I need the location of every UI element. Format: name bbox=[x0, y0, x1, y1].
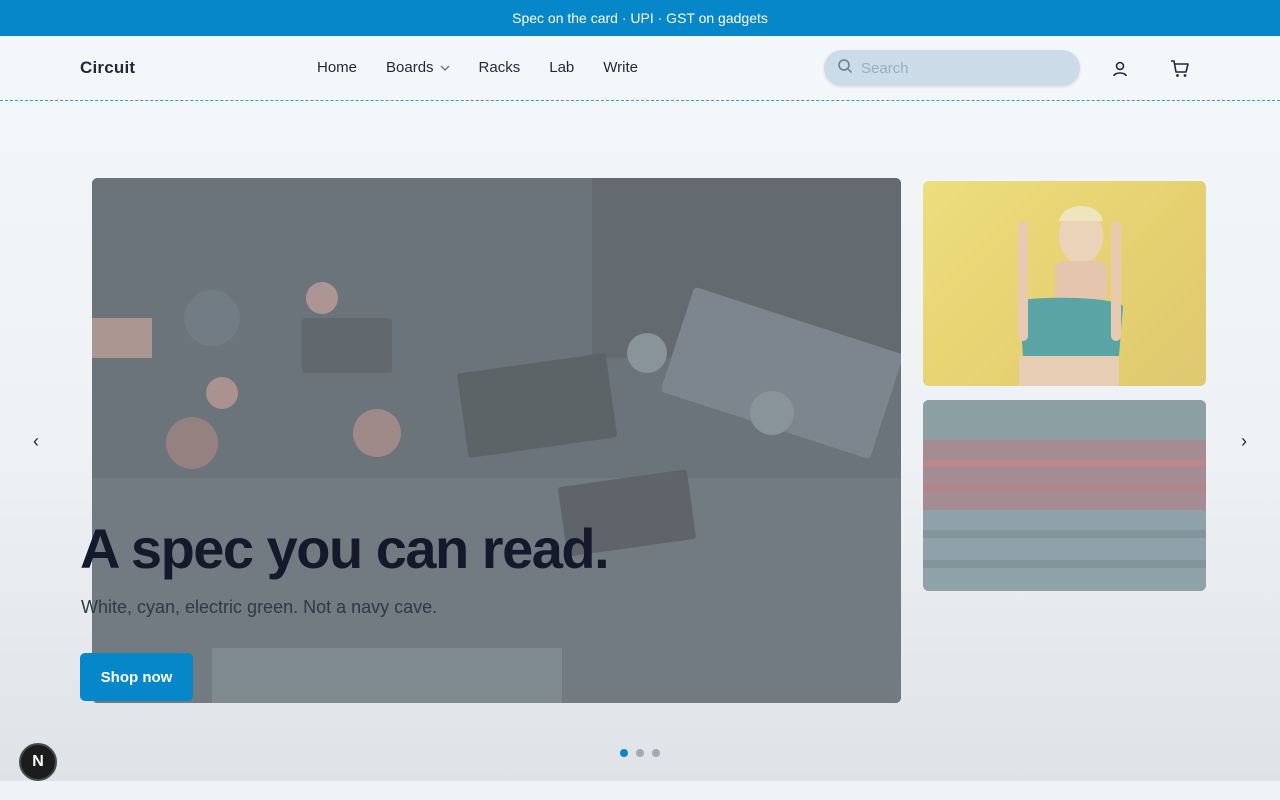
nav-label: Racks bbox=[478, 59, 521, 76]
carousel-dot[interactable] bbox=[652, 749, 660, 757]
carousel-dot[interactable] bbox=[620, 749, 628, 757]
prev-arrow-icon[interactable]: ‹ bbox=[26, 431, 46, 451]
theater-audience-image[interactable] bbox=[923, 400, 1206, 591]
nav-item-write[interactable]: Write bbox=[603, 59, 638, 76]
user-icon[interactable] bbox=[1108, 57, 1132, 81]
image-overlay bbox=[923, 181, 1206, 386]
woman-yellow-wall-image[interactable] bbox=[923, 181, 1206, 386]
image-overlay bbox=[92, 178, 901, 703]
nav-label: Write bbox=[603, 59, 638, 76]
nav-label: Boards bbox=[386, 59, 434, 76]
announcement-text: Spec on the card · UPI · GST on gadgets bbox=[512, 10, 768, 26]
nav-item-lab[interactable]: Lab bbox=[549, 59, 574, 76]
hero-subline: White, cyan, electric green. Not a navy … bbox=[81, 597, 438, 617]
dev-badge[interactable]: N bbox=[19, 743, 57, 781]
carousel-dots bbox=[620, 749, 668, 757]
nav-label: Home bbox=[317, 59, 358, 76]
logo[interactable]: Circuit bbox=[80, 58, 135, 78]
carousel-dot[interactable] bbox=[636, 749, 644, 757]
hero-carousel: A spec you can read. White, cyan, electr… bbox=[0, 101, 1280, 781]
cart-icon[interactable] bbox=[1168, 57, 1192, 81]
nav-item-boards[interactable]: Boards bbox=[386, 59, 450, 76]
footer-strip bbox=[0, 781, 1280, 800]
search-input[interactable] bbox=[861, 59, 1061, 77]
next-arrow-icon[interactable]: › bbox=[1234, 431, 1254, 451]
circuit-board-image bbox=[92, 178, 901, 703]
nav-item-racks[interactable]: Racks bbox=[479, 59, 521, 76]
announcement-bar: Spec on the card · UPI · GST on gadgets bbox=[0, 0, 1280, 36]
main-nav: Home Boards Racks Lab Write bbox=[317, 59, 667, 76]
nav-item-home[interactable]: Home bbox=[317, 59, 357, 76]
nav-label: Lab bbox=[549, 59, 575, 76]
search-icon bbox=[837, 58, 853, 79]
site-header: Circuit Home Boards Racks Lab Write bbox=[0, 36, 1280, 101]
shop-now-button[interactable]: Shop now bbox=[80, 653, 193, 701]
hero-headline: A spec you can read. bbox=[80, 517, 610, 580]
chevron-down-icon bbox=[440, 65, 450, 71]
image-overlay bbox=[923, 400, 1206, 591]
search-box[interactable] bbox=[824, 50, 1080, 86]
